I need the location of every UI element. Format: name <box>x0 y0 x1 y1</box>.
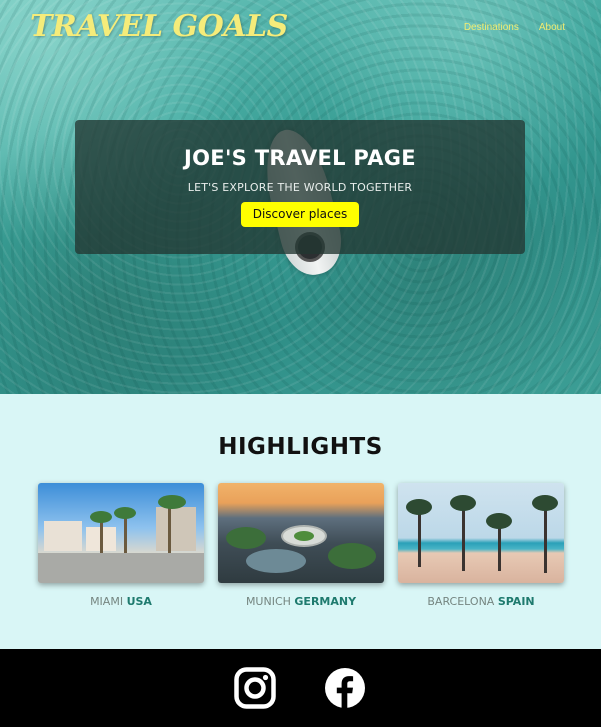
palm-crown <box>90 511 112 523</box>
palm-crown <box>532 495 558 511</box>
park <box>328 543 376 569</box>
highlight-country: SPAIN <box>497 595 535 608</box>
hero-title: JOE'S TRAVEL PAGE <box>184 146 416 170</box>
main-nav: Destinations About <box>464 22 565 33</box>
building <box>44 521 82 551</box>
palm-trunk <box>462 501 465 571</box>
miami-photo[interactable] <box>38 483 204 583</box>
palm-trunk <box>124 513 127 557</box>
hero-banner: JOE'S TRAVEL PAGE LET'S EXPLORE THE WORL… <box>75 120 525 254</box>
building <box>156 507 196 551</box>
highlight-city: MIAMI <box>90 595 124 608</box>
discover-places-button[interactable]: Discover places <box>240 202 360 227</box>
highlight-country: USA <box>126 595 152 608</box>
highlight-caption: MUNICH GERMANY <box>218 595 384 608</box>
hero-subtitle: LET'S EXPLORE THE WORLD TOGETHER <box>187 181 413 194</box>
highlight-caption: BARCELONA SPAIN <box>398 595 564 608</box>
lake <box>246 549 306 573</box>
facebook-link[interactable] <box>324 667 366 709</box>
highlight-city: MUNICH <box>245 595 291 608</box>
highlight-caption: MIAMI USA <box>38 595 204 608</box>
facebook-icon <box>325 668 365 708</box>
palm-crown <box>406 499 432 515</box>
instagram-icon <box>234 667 276 709</box>
palm-trunk <box>100 517 103 557</box>
highlights-section: HIGHLIGHTS MIAMI USA MUNICH GERMANY BARC… <box>0 394 601 649</box>
palm-crown <box>158 495 186 509</box>
instagram-link[interactable] <box>234 667 276 709</box>
hero-section: TRAVEL GOALS Destinations About JOE'S TR… <box>0 0 601 394</box>
palm-crown <box>450 495 476 511</box>
highlight-country: GERMANY <box>294 595 357 608</box>
road <box>38 553 204 583</box>
highlight-city: BARCELONA <box>427 595 495 608</box>
park <box>226 527 266 549</box>
nav-link-about[interactable]: About <box>539 22 565 33</box>
palm-crown <box>114 507 136 519</box>
palm-trunk <box>168 501 171 557</box>
highlight-card-munich[interactable]: MUNICH GERMANY <box>218 483 384 608</box>
stadium-pitch <box>294 531 314 541</box>
munich-photo[interactable] <box>218 483 384 583</box>
palm-trunk <box>544 501 547 573</box>
nav-link-destinations[interactable]: Destinations <box>464 22 519 33</box>
highlight-card-barcelona[interactable]: BARCELONA SPAIN <box>398 483 564 608</box>
highlights-title: HIGHLIGHTS <box>218 434 383 460</box>
footer <box>0 649 601 727</box>
barcelona-photo[interactable] <box>398 483 564 583</box>
highlight-card-miami[interactable]: MIAMI USA <box>38 483 204 608</box>
site-logo[interactable]: TRAVEL GOALS <box>30 9 288 44</box>
palm-crown <box>486 513 512 529</box>
